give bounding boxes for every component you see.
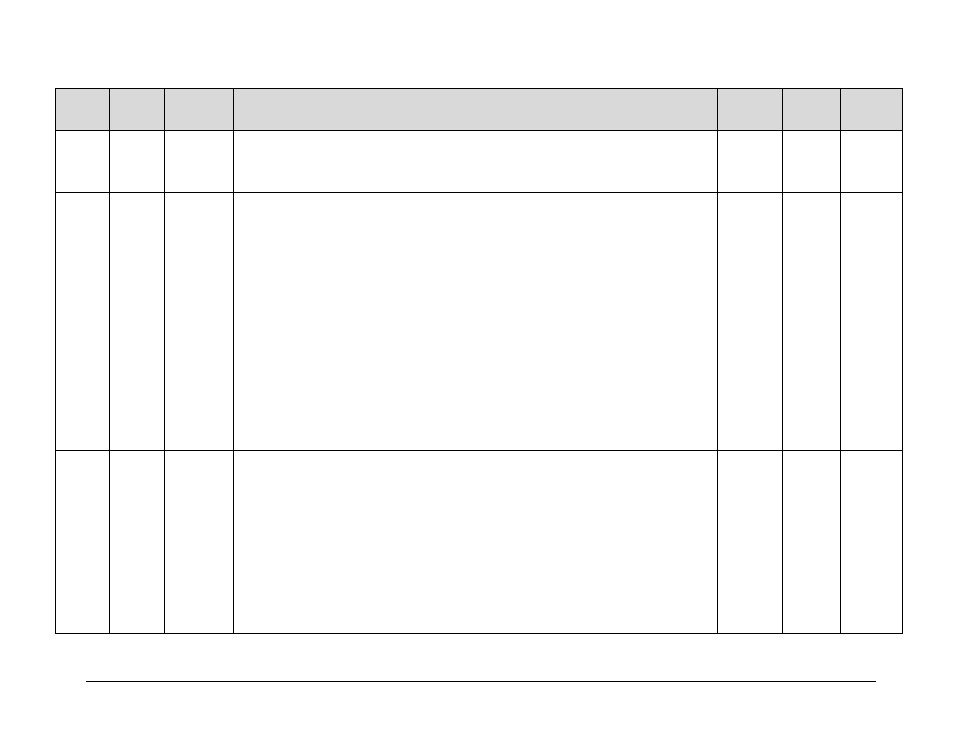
col-header-1 [110, 89, 165, 131]
table-cell [841, 193, 903, 451]
table-cell [165, 451, 234, 634]
table-cell [110, 451, 165, 634]
table-cell [783, 131, 841, 193]
table-cell [56, 451, 110, 634]
col-header-3 [234, 89, 718, 131]
table-header-row [56, 89, 903, 131]
footer-rule [86, 681, 876, 682]
table-cell [165, 193, 234, 451]
table-cell [56, 131, 110, 193]
page-content [55, 88, 902, 634]
table-cell [783, 193, 841, 451]
table-cell [234, 193, 718, 451]
data-table [55, 88, 903, 634]
table-cell [165, 131, 234, 193]
table-cell [234, 451, 718, 634]
table-row [56, 131, 903, 193]
table-cell [718, 131, 783, 193]
col-header-0 [56, 89, 110, 131]
col-header-5 [783, 89, 841, 131]
col-header-2 [165, 89, 234, 131]
table-cell [718, 193, 783, 451]
table-cell [110, 193, 165, 451]
table-row [56, 193, 903, 451]
col-header-6 [841, 89, 903, 131]
col-header-4 [718, 89, 783, 131]
table-cell [841, 451, 903, 634]
table-cell [234, 131, 718, 193]
table-cell [718, 451, 783, 634]
table-cell [841, 131, 903, 193]
table-row [56, 451, 903, 634]
table-cell [783, 451, 841, 634]
table-cell [56, 193, 110, 451]
table-cell [110, 131, 165, 193]
